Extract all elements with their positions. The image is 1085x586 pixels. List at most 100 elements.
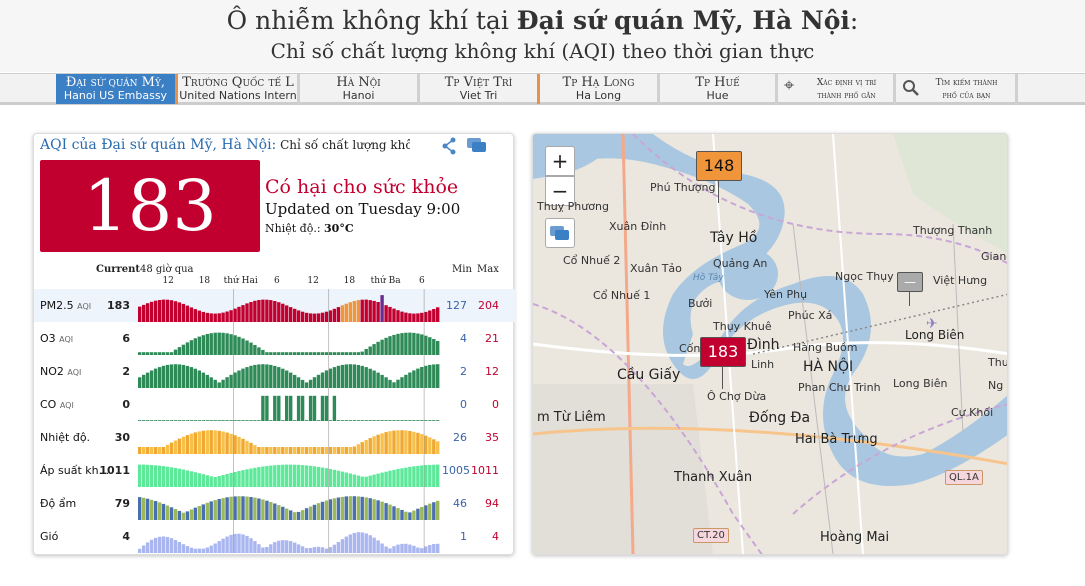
- sparkline-bar: [400, 468, 404, 487]
- map-label: Ô Chợ Dừa: [707, 390, 767, 403]
- sparkline-bar: [165, 299, 170, 322]
- sparkline-bar: [312, 466, 317, 487]
- row-max: 94: [485, 497, 499, 510]
- time-tick-label: 12: [307, 276, 319, 286]
- sparkline-bar: [424, 335, 428, 355]
- sparkline-bar: [296, 395, 301, 421]
- sparkline-bar: [372, 344, 376, 355]
- sparkline-bar: [157, 502, 162, 520]
- sparkline-bar: [436, 464, 440, 487]
- sparkline-bar: [408, 466, 412, 487]
- station-map[interactable]: + − Phú Thượng Thuỵ Phương Xuân Đỉnh Tây…: [532, 133, 1008, 555]
- history-row: Độ ẩm 79 46 94: [34, 487, 515, 520]
- sparkline-bar: [189, 433, 194, 454]
- sparkline-bar: [142, 464, 146, 487]
- sparkline-bar: [372, 499, 376, 520]
- sparkline-bar: [177, 542, 182, 553]
- sparkline-bar: [257, 347, 261, 355]
- sparkline-bar: [400, 543, 404, 553]
- sparkline-bar: [249, 538, 253, 553]
- sparkline-bar: [253, 497, 257, 520]
- nav-ha-long[interactable]: Tp Hạ Long Ha Long: [540, 74, 660, 104]
- row-min: 2: [460, 365, 467, 378]
- sparkline-bar: [229, 433, 233, 454]
- nav-hue[interactable]: Tp Huế Hue: [660, 74, 778, 104]
- nav-viet-tri[interactable]: Tp Việt Trì Viet Tri: [420, 74, 540, 104]
- sparkline-bar: [205, 334, 209, 355]
- row-current: 1011: [99, 464, 130, 477]
- sparkline-bar: [324, 311, 329, 322]
- sparkline-bar: [320, 395, 325, 421]
- time-tick-label: 6: [419, 276, 425, 286]
- map-label: Cổ Nhuế 2: [563, 254, 621, 267]
- sparkline-bar: [332, 308, 337, 322]
- share-icon[interactable]: [441, 137, 457, 155]
- sparkline-bar: [257, 544, 261, 553]
- sparkline-bar: [277, 302, 281, 322]
- sparkline-bar: [197, 506, 201, 520]
- sparkline-bar: [153, 537, 158, 553]
- sparkline-bar: [376, 473, 380, 487]
- sparkline-bar: [404, 467, 408, 487]
- sparkline-bar: [380, 339, 384, 355]
- sparkline-bar: [336, 365, 341, 388]
- sparkline-bar: [205, 475, 209, 487]
- sparkline-bar: [225, 432, 229, 454]
- map-label: Việt Hưng: [933, 274, 988, 287]
- nav-locate-button[interactable]: ⌖ Xác định vị trí thành phố gần: [778, 74, 896, 104]
- sparkline-bar: [213, 500, 217, 520]
- history-row: Áp suất kh... 1011 1005 1011: [34, 454, 515, 487]
- sparkline-bar: [185, 305, 190, 322]
- sparkline-bar: [428, 464, 432, 487]
- widget-icon[interactable]: [466, 137, 488, 153]
- sparkline-bar: [380, 433, 384, 454]
- sparkline-bar: [157, 536, 162, 553]
- sparkline-bar: [145, 498, 150, 520]
- sparkline-bar: [225, 333, 229, 355]
- sparkline-bar: [289, 510, 293, 520]
- nav-search-button[interactable]: Tìm kiếm thành phố của bạn: [896, 74, 1018, 104]
- sparkline-bar: [296, 377, 301, 388]
- sparkline-bar: [189, 471, 194, 487]
- row-max: 204: [478, 299, 499, 312]
- nav-un-school[interactable]: Trường Quốc tế L United Nations Intern: [179, 74, 300, 104]
- station-marker-183[interactable]: 183: [700, 337, 746, 367]
- row-current: 4: [122, 530, 130, 543]
- sparkline-bar: [324, 548, 329, 553]
- map-label: Hồ Tây: [693, 273, 724, 283]
- sparkline-bar: [289, 307, 293, 322]
- map-label: Thụy Khuê: [713, 320, 772, 333]
- sparkline-bar: [257, 498, 261, 520]
- time-tick-label: 12: [162, 276, 174, 286]
- sparkline-bar: [340, 539, 345, 553]
- sparkline-bar: [348, 302, 352, 322]
- time-tick-label: thứ Hai: [223, 276, 258, 286]
- sparkline-bar: [277, 505, 281, 520]
- station-marker-unavailable[interactable]: —: [897, 272, 923, 292]
- sparkline-bar: [364, 440, 368, 454]
- nav-us-embassy[interactable]: Đại sứ quán Mỹ, Hanoi US Embassy: [56, 74, 178, 104]
- sparkline-bar: [233, 335, 237, 355]
- sparkline-bar: [273, 301, 277, 322]
- sparkline-bar: [201, 430, 205, 454]
- sparkline-bar: [332, 544, 337, 553]
- sparkline-bar: [416, 432, 420, 454]
- layers-button[interactable]: [545, 218, 575, 248]
- station-marker-148[interactable]: 148: [696, 151, 742, 181]
- sparkline-bar: [304, 447, 309, 454]
- sparkline-bar: [436, 307, 440, 322]
- sparkline-bar: [265, 364, 269, 388]
- map-label: Linh: [751, 358, 775, 371]
- zoom-in-button[interactable]: +: [545, 146, 575, 176]
- sparkline-bar: [293, 542, 297, 553]
- row-label: Gió: [40, 530, 59, 543]
- sparkline-bar: [364, 476, 368, 487]
- sparkline-bar: [404, 430, 408, 454]
- sparkline-bar: [201, 474, 205, 487]
- sparkline-bar: [241, 338, 245, 355]
- sparkline-bar: [193, 472, 197, 487]
- sparkline-bar: [428, 545, 432, 553]
- sparkline-bar: [221, 332, 225, 355]
- nav-hanoi[interactable]: Hà Nội Hanoi: [300, 74, 420, 104]
- sparkline-bar: [269, 502, 273, 520]
